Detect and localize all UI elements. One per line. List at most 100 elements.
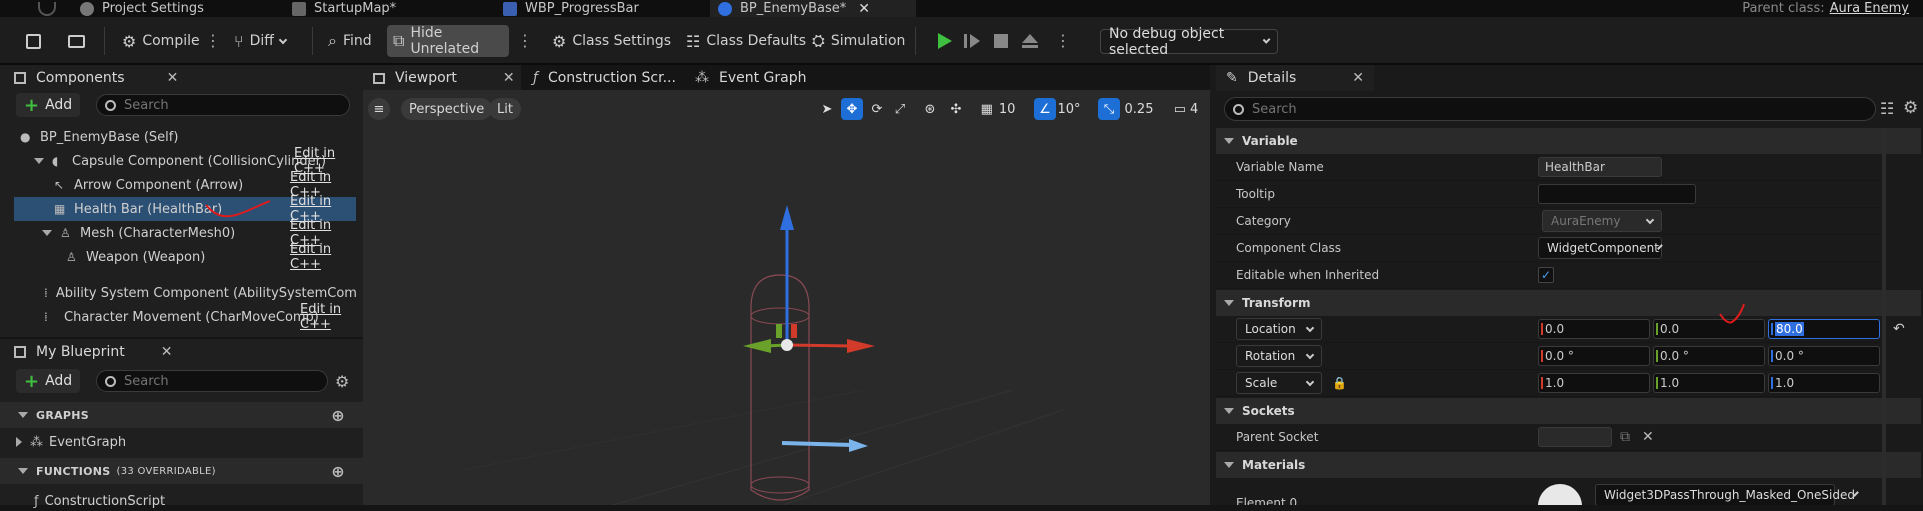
element0-row: Element 0 Widget3DPassThrough_Masked_One… — [1216, 478, 1884, 505]
play-icon[interactable] — [934, 31, 954, 51]
materials-section-header[interactable]: Materials — [1216, 452, 1921, 478]
scale-mode-combo[interactable]: Scale — [1236, 372, 1322, 394]
details-tab[interactable]: ✎ Details ✕ — [1216, 65, 1374, 91]
tab-wbp-progressbar[interactable]: WBP_ProgressBar — [503, 0, 639, 17]
graphs-section-header[interactable]: GRAPHS ⊕ — [0, 402, 363, 428]
add-function-icon[interactable]: ⊕ — [331, 462, 345, 481]
components-tab[interactable]: Components ✕ — [14, 65, 178, 91]
tab-project-settings[interactable]: Project Settings — [80, 0, 204, 17]
chevron-down-icon — [1224, 300, 1234, 306]
stop-icon[interactable] — [991, 31, 1011, 51]
diff-icon: ⑂ — [234, 31, 244, 51]
hide-unrelated-button[interactable]: ⧉ Hide Unrelated — [387, 25, 509, 57]
my-blueprint-panel: My Blueprint ✕ + Add ⚙ GRAPHS ⊕ ⁂ EventG… — [0, 339, 363, 509]
scale-row: Scale 🔒 1.0 1.0 1.0 — [1216, 370, 1884, 397]
browse-socket-icon[interactable]: ⧉ — [1620, 429, 1630, 445]
material-combo[interactable]: Widget3DPassThrough_Masked_OneSided — [1595, 484, 1859, 505]
tab-event-graph[interactable]: ⁂ Event Graph — [695, 65, 807, 91]
class-settings-button[interactable]: ⚙ Class Settings — [548, 25, 675, 57]
find-button[interactable]: ⌕ Find — [324, 25, 376, 57]
parent-class-link[interactable]: Aura Enemy — [1830, 1, 1909, 16]
gear-icon: ⚙ — [552, 31, 567, 51]
skeletal-mesh-icon: ♙ — [60, 226, 71, 240]
rotation-z-field[interactable]: 0.0 ° — [1768, 346, 1880, 366]
browse-button[interactable] — [62, 25, 90, 57]
search-icon — [105, 375, 116, 387]
lock-icon[interactable]: 🔒 — [1332, 376, 1347, 390]
simulation-button[interactable]: ⛭ Simulation — [808, 25, 909, 57]
close-icon[interactable]: ✕ — [858, 1, 870, 17]
clear-icon[interactable]: ✕ — [1642, 429, 1654, 445]
location-x-field[interactable]: 0.0 — [1538, 319, 1650, 339]
gear-icon[interactable]: ⚙ — [1903, 98, 1918, 118]
tab-construction-script[interactable]: ƒ Construction Scr... — [533, 65, 676, 91]
location-row: Location 0.0 0.0 80.0 ↶ — [1216, 303, 1905, 343]
x-axis-marker — [1541, 350, 1543, 362]
tree-item-character-movement[interactable]: ⁞ Character Movement (CharMoveComp) Edit… — [14, 302, 356, 332]
viewport[interactable]: ≡ Perspective Lit ➤ ✥ ⟳ ⤢ ⊛ ✣ ▦ 10 ∠ 10°… — [363, 90, 1210, 505]
scale-z-field[interactable]: 1.0 — [1768, 373, 1880, 393]
parent-socket-field[interactable] — [1538, 427, 1612, 447]
class-defaults-button[interactable]: ☷ Class Defaults — [682, 25, 810, 57]
tab-bp-enemybase[interactable]: BP_EnemyBase* ✕ — [710, 0, 916, 17]
event-graph-item[interactable]: ⁂ EventGraph — [16, 430, 126, 454]
center-tab-bar: Viewport ✕ ƒ Construction Scr... ⁂ Event… — [363, 65, 1210, 91]
grid-line — [462, 389, 864, 471]
variable-section-header[interactable]: Variable — [1216, 128, 1921, 154]
my-blueprint-search-input[interactable] — [96, 370, 328, 392]
capsule-icon: ◖ — [52, 154, 59, 168]
close-icon[interactable]: ✕ — [161, 344, 173, 360]
debug-object-select[interactable]: No debug object selected — [1100, 26, 1278, 58]
category-combo[interactable]: AuraEnemy — [1542, 210, 1662, 232]
scale-x-field[interactable]: 1.0 — [1538, 373, 1650, 393]
close-icon[interactable]: ✕ — [1352, 70, 1364, 86]
close-icon[interactable]: ✕ — [167, 70, 179, 86]
my-blueprint-tab[interactable]: My Blueprint ✕ — [14, 339, 172, 365]
tooltip-field[interactable] — [1538, 184, 1696, 204]
hide-unrelated-options-icon[interactable]: ⋮ — [517, 31, 533, 51]
rotation-x-field[interactable]: 0.0 ° — [1538, 346, 1650, 366]
category-row: Category AuraEnemy — [1216, 208, 1884, 235]
add-component-button[interactable]: + Add — [16, 93, 81, 117]
location-mode-combo[interactable]: Location — [1236, 318, 1322, 340]
rotation-y-field[interactable]: 0.0 ° — [1653, 346, 1765, 366]
compile-button[interactable]: ⚙ Compile — [118, 25, 204, 57]
home-icon[interactable] — [38, 0, 56, 17]
add-graph-icon[interactable]: ⊕ — [331, 406, 345, 425]
components-search-input[interactable] — [96, 94, 350, 116]
material-thumbnail[interactable] — [1538, 484, 1582, 505]
edit-in-cpp-link[interactable]: Edit in C++ — [290, 242, 356, 272]
table-view-icon[interactable]: ☷ — [1880, 99, 1894, 118]
eject-icon[interactable] — [1020, 31, 1040, 51]
add-blueprint-item-button[interactable]: + Add — [16, 369, 81, 393]
save-button[interactable] — [20, 25, 46, 57]
variable-name-field[interactable]: HealthBar — [1538, 157, 1662, 177]
transform-section-header[interactable]: Transform — [1216, 290, 1921, 316]
location-z-field[interactable]: 80.0 — [1768, 319, 1880, 339]
tab-viewport[interactable]: Viewport ✕ — [363, 65, 521, 91]
functions-section-header[interactable]: FUNCTIONS (33 OVERRIDABLE) ⊕ — [0, 458, 363, 484]
details-scrollbar[interactable] — [1882, 128, 1886, 505]
viewport-icon — [373, 72, 385, 84]
reset-to-default-icon[interactable]: ↶ — [1893, 321, 1905, 337]
gear-icon[interactable]: ⚙ — [335, 372, 349, 391]
component-class-combo[interactable]: WidgetComponent — [1538, 237, 1663, 259]
details-search-input[interactable] — [1224, 97, 1876, 121]
sockets-section-header[interactable]: Sockets — [1216, 398, 1921, 424]
compile-icon: ⚙ — [122, 31, 137, 51]
edit-in-cpp-link[interactable]: Edit in C++ — [300, 302, 356, 332]
diff-button[interactable]: ⑂ Diff — [230, 25, 292, 57]
rotation-mode-combo[interactable]: Rotation — [1236, 345, 1322, 367]
play-options-icon[interactable]: ⋮ — [1055, 31, 1071, 51]
y-axis-marker — [1656, 350, 1658, 362]
compile-options-icon[interactable]: ⋮ — [205, 31, 221, 51]
tab-startupmap[interactable]: StartupMap* — [292, 0, 396, 17]
editable-inherited-checkbox[interactable]: ✓ — [1538, 267, 1554, 283]
step-icon[interactable] — [962, 31, 982, 51]
tooltip-row: Tooltip — [1216, 181, 1884, 208]
scale-y-field[interactable]: 1.0 — [1653, 373, 1765, 393]
tree-item-weapon[interactable]: ♙ Weapon (Weapon) Edit in C++ — [14, 242, 356, 272]
simulation-icon: ⛭ — [812, 31, 825, 50]
close-icon[interactable]: ✕ — [503, 70, 515, 86]
construction-script-item[interactable]: ƒ ConstructionScript — [34, 491, 165, 511]
